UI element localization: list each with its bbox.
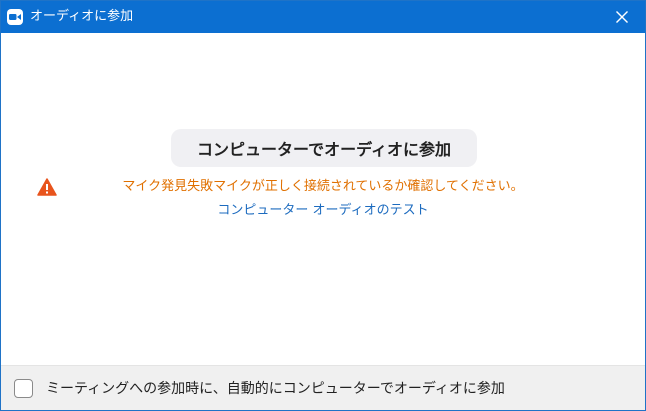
window-title: オーディオに参加 xyxy=(30,9,134,24)
join-audio-dialog: オーディオに参加 コンピューターでオーディオに参加 マイク発見失敗マイクが正しく… xyxy=(0,0,646,411)
warning-triangle-icon xyxy=(37,178,57,196)
auto-join-audio-label[interactable]: ミーティングへの参加時に、自動的にコンピューターでオーディオに参加 xyxy=(46,379,505,399)
mic-not-found-warning: マイク発見失敗マイクが正しく接続されているか確認してください。 xyxy=(122,179,524,194)
close-icon xyxy=(616,11,628,23)
test-computer-audio-link-label[interactable]: コンピューター オーディオのテスト xyxy=(217,203,428,218)
title-bar: オーディオに参加 xyxy=(1,1,645,33)
close-button[interactable] xyxy=(599,1,645,33)
dialog-body: コンピューターでオーディオに参加 マイク発見失敗マイクが正しく接続されているか確… xyxy=(1,33,645,365)
auto-join-audio-checkbox[interactable] xyxy=(14,379,33,398)
join-with-computer-audio-button[interactable]: コンピューターでオーディオに参加 xyxy=(171,129,477,167)
footer: ミーティングへの参加時に、自動的にコンピューターでオーディオに参加 xyxy=(1,365,645,410)
test-computer-audio-link: コンピューター オーディオのテスト xyxy=(1,202,645,220)
video-camera-icon xyxy=(7,9,23,25)
